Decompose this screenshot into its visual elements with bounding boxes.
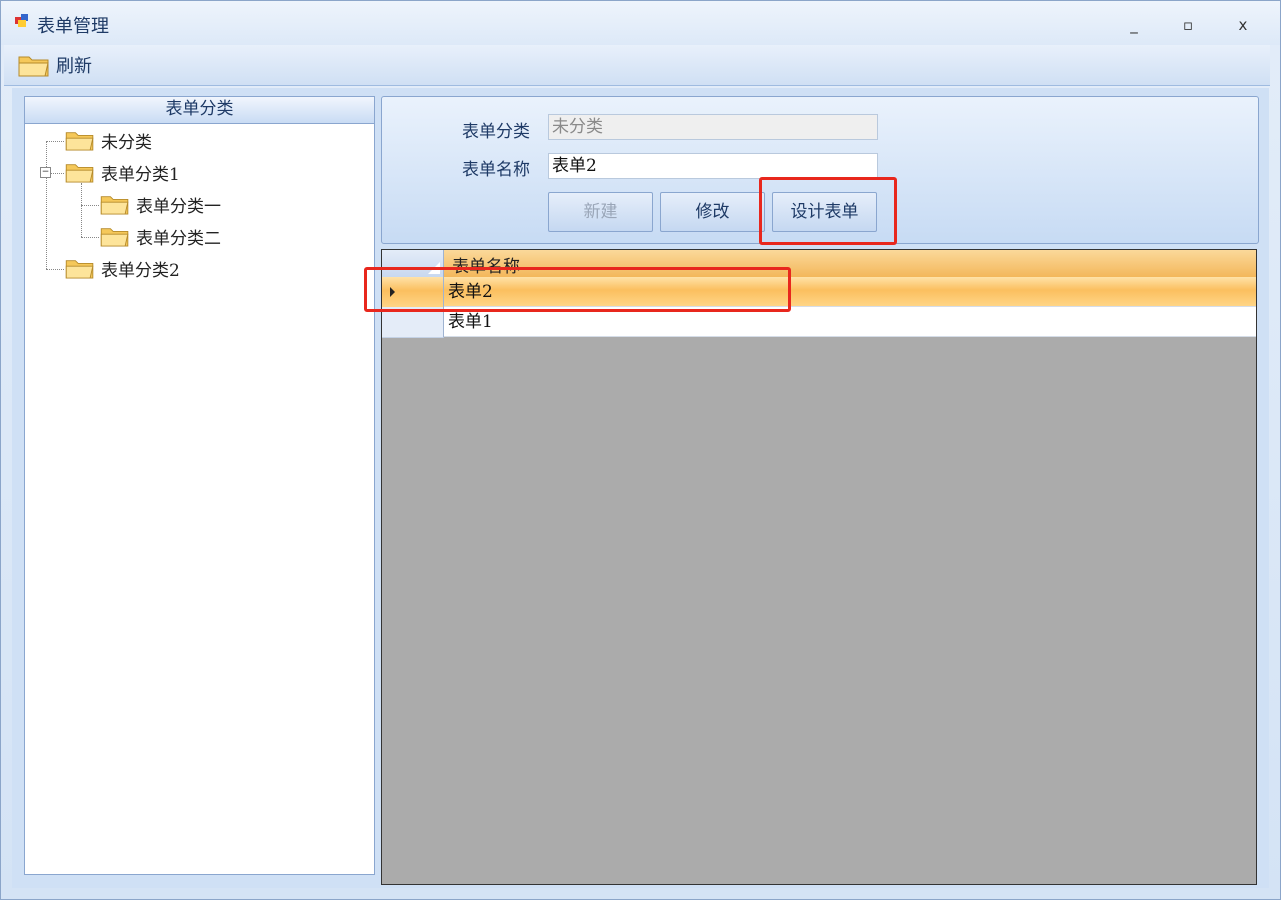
app-icon: [15, 14, 28, 27]
tree-connector: [46, 141, 64, 142]
folder-icon: [65, 132, 94, 151]
tree-node-uncategorized[interactable]: 未分类: [65, 126, 152, 154]
new-button[interactable]: 新建: [548, 192, 653, 232]
name-label: 表单名称: [462, 160, 530, 180]
tree-header: 表单分类: [25, 97, 374, 124]
folder-icon: [100, 228, 129, 247]
tree-node-label: 表单分类一: [136, 196, 221, 217]
category-field: 未分类: [548, 114, 878, 140]
minimize-button[interactable]: _: [1117, 15, 1151, 35]
folder-icon: [65, 164, 94, 183]
folder-icon: [100, 196, 129, 215]
folder-icon: [65, 260, 94, 279]
tree-connector: [46, 141, 47, 269]
tree-node-category-2[interactable]: 表单分类2: [65, 254, 180, 282]
tree-connector: [81, 183, 82, 237]
form-list-grid: 表单名称 表单2 表单1: [381, 249, 1257, 885]
tree-node-subcategory-2[interactable]: 表单分类二: [100, 222, 221, 250]
category-label: 表单分类: [462, 122, 530, 142]
window-title: 表单管理: [37, 16, 109, 37]
toolbar: 刷新: [4, 45, 1270, 86]
edit-button[interactable]: 修改: [660, 192, 765, 232]
collapse-toggle[interactable]: −: [40, 167, 51, 178]
category-tree: 表单分类 − 未分类 表单分类1 表单分类一 表单分类二 表单分类2: [24, 96, 375, 875]
tree-connector: [81, 205, 99, 206]
tree-connector: [51, 173, 64, 174]
close-button[interactable]: x: [1226, 15, 1260, 35]
tree-node-category-1[interactable]: 表单分类1: [65, 158, 180, 186]
refresh-button[interactable]: 刷新: [18, 51, 92, 79]
tree-node-label: 未分类: [101, 132, 152, 153]
maximize-button[interactable]: ▫: [1171, 15, 1205, 35]
tree-connector: [46, 269, 64, 270]
tree-node-label: 表单分类1: [101, 164, 180, 185]
title-bar[interactable]: 表单管理 _ ▫ x: [1, 1, 1280, 45]
highlight-box-design-button: [759, 177, 897, 245]
tree-node-label: 表单分类二: [136, 228, 221, 249]
tree-node-label: 表单分类2: [101, 260, 180, 281]
highlight-box-selected-row: [364, 267, 791, 312]
refresh-label: 刷新: [56, 56, 92, 77]
form-name-input[interactable]: 表单2: [548, 153, 878, 179]
tree-connector: [81, 237, 99, 238]
tree-node-subcategory-1[interactable]: 表单分类一: [100, 190, 221, 218]
folder-icon: [18, 56, 49, 77]
